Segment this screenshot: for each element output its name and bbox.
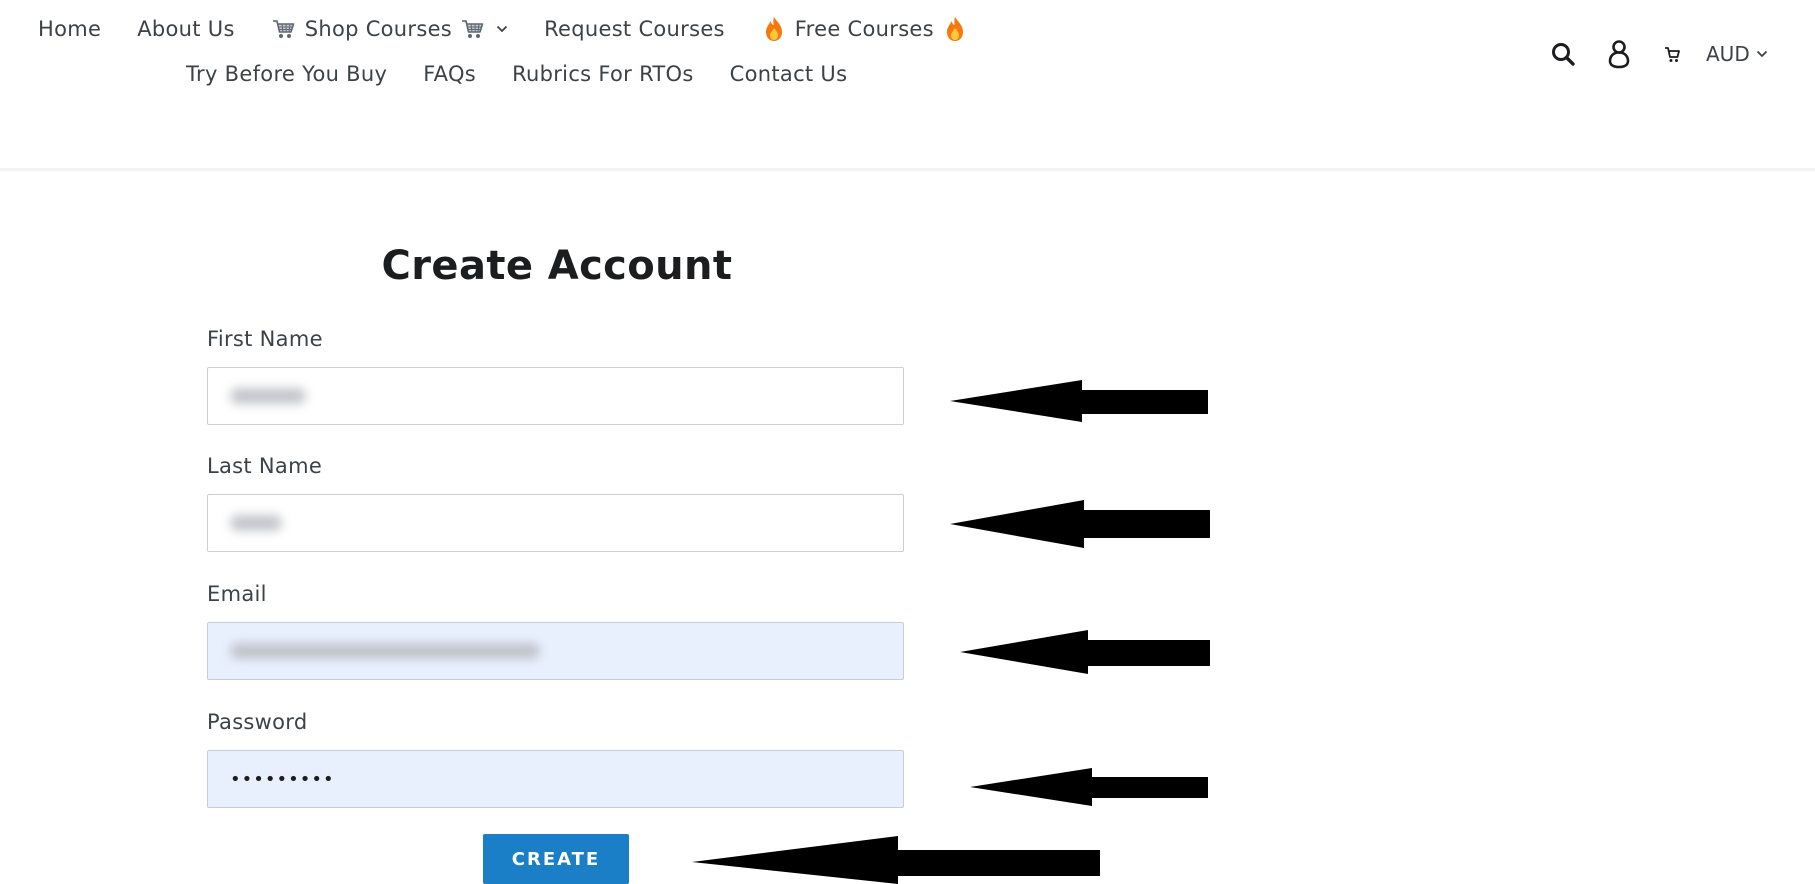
fire-emoji-icon (761, 16, 787, 42)
nav-rubrics-for-rtos[interactable]: Rubrics For RTOs (512, 62, 694, 86)
annotation-arrow-password (970, 768, 1208, 806)
account-icon[interactable] (1604, 37, 1634, 71)
password-value: ••••••••• (230, 768, 335, 790)
first-name-input[interactable] (207, 367, 904, 425)
nav-contact-us-label: Contact Us (729, 62, 848, 86)
fire-emoji-icon (942, 16, 968, 42)
main-nav-row-2: Try Before You Buy FAQs Rubrics For RTOs… (186, 57, 847, 91)
search-icon[interactable] (1548, 37, 1578, 71)
password-input[interactable]: ••••••••• (207, 750, 904, 808)
nav-home-label: Home (38, 17, 102, 41)
first-name-label: First Name (207, 327, 323, 351)
chevron-down-icon (1756, 50, 1768, 58)
nav-contact-us[interactable]: Contact Us (730, 62, 848, 86)
last-name-label: Last Name (207, 454, 323, 478)
nav-faqs-label: FAQs (423, 62, 477, 86)
email-input[interactable] (207, 622, 904, 680)
last-name-input[interactable] (207, 494, 904, 552)
annotation-arrow-last-name (950, 500, 1210, 548)
first-name-value-blurred (230, 388, 306, 404)
nav-shop-courses[interactable]: Shop Courses (271, 16, 508, 42)
password-label: Password (207, 710, 308, 734)
last-name-value-blurred (230, 515, 282, 531)
page-title: Create Account (381, 243, 733, 289)
create-account-page: Home About Us Shop Courses Request Cours… (0, 0, 1815, 884)
site-header: Home About Us Shop Courses Request Cours… (0, 0, 1815, 171)
cart-icon[interactable] (1660, 37, 1684, 71)
nav-request-courses-label: Request Courses (544, 17, 725, 41)
email-label: Email (207, 582, 267, 606)
nav-home[interactable]: Home (38, 17, 101, 41)
header-divider (0, 168, 1815, 171)
nav-faqs[interactable]: FAQs (423, 62, 476, 86)
header-tools: AUD (1548, 34, 1768, 74)
nav-rubrics-for-rtos-label: Rubrics For RTOs (512, 62, 694, 86)
shopping-cart-emoji-icon (460, 16, 486, 42)
nav-shop-courses-label: Shop Courses (304, 17, 453, 41)
email-value-blurred (230, 643, 540, 659)
nav-about-us-label: About Us (137, 17, 235, 41)
annotation-arrow-create (692, 836, 1100, 884)
currency-label: AUD (1706, 42, 1750, 66)
nav-free-courses-label: Free Courses (794, 17, 934, 41)
nav-request-courses[interactable]: Request Courses (544, 17, 725, 41)
shopping-cart-emoji-icon (271, 16, 297, 42)
currency-selector[interactable]: AUD (1706, 42, 1768, 66)
chevron-down-icon[interactable] (496, 25, 508, 33)
annotation-arrow-email (960, 630, 1210, 674)
main-nav-row-1: Home About Us Shop Courses Request Cours… (38, 12, 968, 46)
nav-try-before-you-buy-label: Try Before You Buy (186, 62, 388, 86)
annotation-arrow-first-name (950, 380, 1208, 422)
nav-try-before-you-buy[interactable]: Try Before You Buy (186, 62, 387, 86)
nav-about-us[interactable]: About Us (137, 17, 234, 41)
create-button[interactable]: CREATE (483, 834, 629, 884)
nav-free-courses[interactable]: Free Courses (761, 16, 968, 42)
